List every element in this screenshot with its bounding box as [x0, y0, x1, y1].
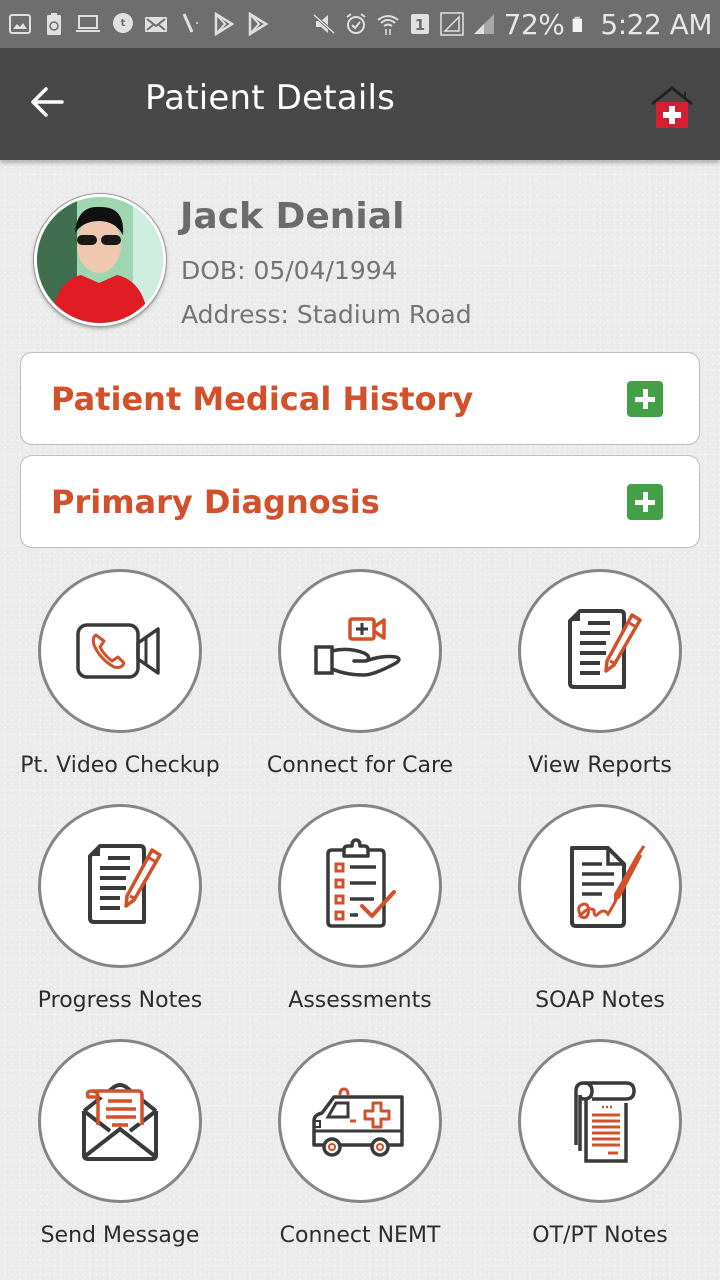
action-assessments[interactable]: Assessments: [240, 804, 480, 1034]
play-store-icon: [214, 12, 235, 36]
alarm-icon: [346, 13, 366, 34]
plus-icon[interactable]: [627, 484, 663, 520]
sim-1-icon: 1: [410, 14, 429, 34]
action-connect-for-care[interactable]: Connect for Care: [240, 569, 480, 799]
back-button[interactable]: [28, 82, 68, 122]
patient-dob: DOB: 05/04/1994: [181, 256, 398, 285]
document-pencil-icon: [568, 609, 642, 689]
document-pencil-icon: [88, 844, 162, 924]
svg-text:1: 1: [414, 16, 424, 34]
patient-name: Jack Denial: [180, 196, 405, 237]
clipboard-check-icon: [326, 838, 396, 928]
action-progress-notes[interactable]: Progress Notes: [0, 804, 240, 1034]
patient-address: Address: Stadium Road: [181, 300, 472, 329]
pen-icon: [182, 13, 198, 33]
page-title: Patient Details: [145, 78, 396, 118]
wifi-icon: [377, 15, 399, 35]
section-patient-medical-history[interactable]: Patient Medical History: [20, 352, 700, 445]
recycle-battery-icon: [47, 13, 61, 35]
action-circle[interactable]: [518, 804, 682, 968]
action-circle[interactable]: [278, 1039, 442, 1203]
action-label: SOAP Notes: [535, 988, 665, 1013]
scroll-notes-icon: [574, 1081, 636, 1163]
action-label: Connect NEMT: [279, 1223, 441, 1248]
mute-icon: [312, 13, 335, 35]
action-label: View Reports: [528, 753, 672, 778]
document-signature-icon: [570, 845, 646, 928]
app-bar: Patient Details: [0, 48, 720, 160]
envelope-letter-icon: [82, 1083, 158, 1161]
patient-avatar: [34, 194, 166, 326]
action-label: Send Message: [40, 1223, 200, 1248]
action-circle[interactable]: [518, 1039, 682, 1203]
home-button[interactable]: [648, 82, 696, 130]
play-store-icon: [248, 12, 269, 36]
laptop-icon: [76, 15, 100, 32]
plus-icon[interactable]: [627, 381, 663, 417]
medical-home-icon: [651, 86, 693, 128]
action-label: Pt. Video Checkup: [20, 753, 220, 778]
status-bar: t 1 72% 5:22 AM: [0, 0, 720, 48]
action-label: Assessments: [288, 988, 432, 1013]
video-call-icon: [76, 623, 160, 679]
notification-icons: t: [8, 12, 270, 36]
signal-icon: [439, 12, 464, 36]
svg-text:t: t: [121, 18, 126, 29]
tumblr-mail-icon: t: [113, 13, 133, 33]
action-circle[interactable]: [518, 569, 682, 733]
system-icons: 1 72% 5:22 AM: [312, 8, 712, 41]
patient-photo: [37, 197, 163, 323]
action-pt-video-checkup[interactable]: Pt. Video Checkup: [0, 569, 240, 799]
action-circle[interactable]: [38, 804, 202, 968]
action-label: Progress Notes: [37, 988, 203, 1013]
section-primary-diagnosis[interactable]: Primary Diagnosis: [20, 455, 700, 548]
ambulance-icon: [312, 1087, 404, 1157]
gallery-icon: [9, 14, 31, 34]
action-circle[interactable]: [38, 569, 202, 733]
signal-icon: [473, 14, 494, 34]
section-label: Patient Medical History: [51, 380, 474, 418]
action-send-message[interactable]: Send Message: [0, 1039, 240, 1269]
action-view-reports[interactable]: View Reports: [480, 569, 720, 799]
section-label: Primary Diagnosis: [51, 483, 380, 521]
action-circle[interactable]: [38, 1039, 202, 1203]
clock: 5:22 AM: [600, 7, 712, 41]
email-icon: [145, 17, 167, 32]
action-connect-nemt[interactable]: Connect NEMT: [240, 1039, 480, 1269]
arrow-left-icon: [31, 87, 64, 117]
action-label: OT/PT Notes: [532, 1223, 668, 1248]
action-circle[interactable]: [278, 569, 442, 733]
action-circle[interactable]: [278, 804, 442, 968]
battery-percent: 72%: [503, 7, 565, 41]
action-label: Connect for Care: [266, 753, 454, 778]
action-soap-notes[interactable]: SOAP Notes: [480, 804, 720, 1034]
hand-video-icon: [314, 617, 401, 677]
battery-icon: [573, 16, 583, 32]
action-ot-pt-notes[interactable]: OT/PT Notes: [480, 1039, 720, 1269]
